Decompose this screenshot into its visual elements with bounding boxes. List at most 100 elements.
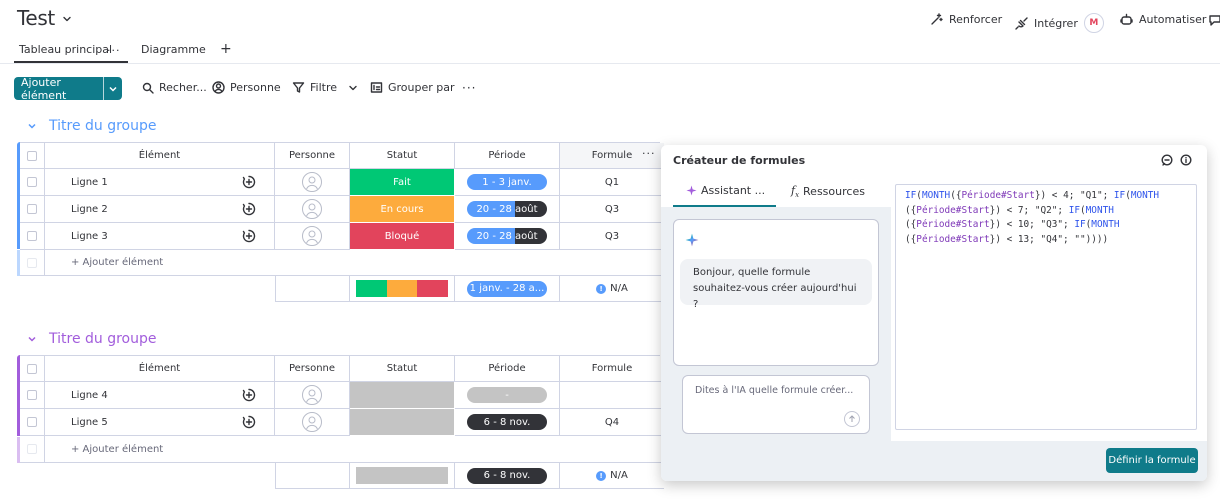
checkbox[interactable] bbox=[27, 204, 37, 214]
chevron-down-icon[interactable] bbox=[27, 334, 37, 344]
group-title[interactable]: Titre du groupe bbox=[49, 331, 157, 347]
col-header-period[interactable]: Période bbox=[455, 143, 560, 169]
search-button[interactable]: Recher... bbox=[142, 81, 207, 94]
ai-prompt-input[interactable]: Dites à l'IA quelle formule créer... bbox=[682, 375, 870, 434]
item-name[interactable]: Ligne 4 bbox=[71, 390, 108, 401]
period-cell[interactable]: 20 - 28 août bbox=[455, 196, 560, 223]
status-summary-cell[interactable] bbox=[350, 463, 455, 489]
period-pill: 6 - 8 nov. bbox=[467, 467, 547, 484]
tab-more-icon[interactable]: ··· bbox=[107, 44, 121, 57]
checkbox[interactable] bbox=[27, 390, 37, 400]
group-header-1[interactable]: Titre du groupe bbox=[27, 118, 157, 134]
table-row-item[interactable]: Ligne 2 bbox=[45, 196, 275, 223]
row-checkbox-cell[interactable] bbox=[20, 169, 45, 196]
column-menu-icon[interactable]: ··· bbox=[642, 147, 656, 160]
info-icon[interactable]: ! bbox=[596, 283, 607, 294]
person-cell[interactable] bbox=[275, 382, 350, 409]
feedback-icon[interactable] bbox=[1161, 154, 1173, 166]
formula-editor[interactable]: IF(MONTH({Période#Start}) < 4; "Q1"; IF(… bbox=[895, 184, 1197, 430]
select-all-checkbox-cell[interactable] bbox=[20, 143, 45, 169]
add-update-icon[interactable] bbox=[242, 202, 256, 216]
row-checkbox-cell[interactable] bbox=[20, 196, 45, 223]
item-name[interactable]: Ligne 5 bbox=[71, 417, 108, 428]
person-cell[interactable] bbox=[275, 409, 350, 436]
chevron-down-icon[interactable] bbox=[27, 121, 37, 131]
person-cell[interactable] bbox=[275, 196, 350, 223]
define-formula-button[interactable]: Définir la formule bbox=[1106, 448, 1198, 473]
add-item-dropdown-icon[interactable] bbox=[104, 84, 122, 94]
col-header-label: Statut bbox=[386, 150, 418, 161]
col-header-status[interactable]: Statut bbox=[350, 143, 455, 169]
item-name[interactable]: Ligne 2 bbox=[71, 204, 108, 215]
status-label: Bloqué bbox=[384, 230, 420, 242]
tab-resources[interactable]: fx Ressources bbox=[791, 184, 865, 199]
add-item-label[interactable]: + Ajouter élément bbox=[71, 444, 163, 455]
status-cell[interactable]: Fait bbox=[350, 169, 455, 196]
col-header-formula[interactable]: Formule bbox=[560, 356, 664, 382]
add-update-icon[interactable] bbox=[242, 388, 256, 402]
info-icon[interactable]: ! bbox=[596, 470, 607, 481]
period-cell[interactable]: 1 - 3 janv. bbox=[455, 169, 560, 196]
col-header-status[interactable]: Statut bbox=[350, 356, 455, 382]
status-cell[interactable]: Bloqué bbox=[350, 223, 455, 250]
checkbox[interactable] bbox=[27, 177, 37, 187]
add-update-icon[interactable] bbox=[242, 229, 256, 243]
checkbox[interactable] bbox=[27, 363, 37, 374]
table-row-item[interactable]: Ligne 5 bbox=[45, 409, 275, 436]
period-cell[interactable]: 6 - 8 nov. bbox=[455, 409, 560, 436]
add-item-row[interactable]: + Ajouter élément bbox=[45, 436, 664, 463]
tab-chart[interactable]: Diagramme bbox=[141, 43, 206, 56]
person-cell[interactable] bbox=[275, 223, 350, 250]
add-view-icon[interactable]: + bbox=[220, 41, 232, 57]
more-options-icon[interactable]: ··· bbox=[462, 81, 476, 95]
tab-ai-assistant[interactable]: Assistant ... bbox=[686, 184, 765, 197]
add-item-button[interactable]: Ajouter élément bbox=[14, 76, 122, 102]
info-icon[interactable] bbox=[1180, 154, 1192, 166]
person-filter-button[interactable]: Personne bbox=[212, 81, 281, 94]
status-summary-cell[interactable] bbox=[350, 276, 455, 302]
period-summary-cell[interactable]: 1 janv. - 28 a... bbox=[455, 276, 560, 302]
group-by-button[interactable]: Grouper par bbox=[370, 81, 455, 94]
add-item-label[interactable]: + Ajouter élément bbox=[71, 257, 163, 268]
item-name[interactable]: Ligne 3 bbox=[71, 231, 108, 242]
group-header-2[interactable]: Titre du groupe bbox=[27, 331, 157, 347]
send-arrow-icon[interactable] bbox=[844, 411, 860, 427]
col-header-person[interactable]: Personne bbox=[275, 356, 350, 382]
board-title[interactable]: Test bbox=[17, 6, 55, 30]
row-checkbox-cell[interactable] bbox=[20, 223, 45, 250]
status-cell[interactable]: En cours bbox=[350, 196, 455, 223]
col-header-period[interactable]: Période bbox=[455, 356, 560, 382]
chat-icon[interactable] bbox=[1208, 13, 1220, 27]
col-header-element[interactable]: Élément bbox=[45, 356, 275, 382]
add-update-icon[interactable] bbox=[242, 175, 256, 189]
group-title[interactable]: Titre du groupe bbox=[49, 118, 157, 134]
table-row-item[interactable]: Ligne 4 bbox=[45, 382, 275, 409]
automate-button[interactable]: Automatiser bbox=[1120, 13, 1206, 26]
status-cell[interactable] bbox=[350, 382, 455, 409]
checkbox[interactable] bbox=[27, 417, 37, 427]
table-row-item[interactable]: Ligne 3 bbox=[45, 223, 275, 250]
filter-button[interactable]: Filtre bbox=[292, 81, 358, 94]
boost-button[interactable]: Renforcer bbox=[930, 13, 1002, 26]
add-update-icon[interactable] bbox=[242, 415, 256, 429]
select-all-checkbox-cell[interactable] bbox=[20, 356, 45, 382]
period-cell[interactable]: 20 - 28 août bbox=[455, 223, 560, 250]
checkbox[interactable] bbox=[27, 231, 37, 241]
integrate-button[interactable]: Intégrer M bbox=[1015, 13, 1104, 33]
col-header-element[interactable]: Élément bbox=[45, 143, 275, 169]
chevron-down-icon[interactable] bbox=[62, 14, 72, 24]
tab-main-table[interactable]: Tableau principal bbox=[19, 43, 112, 56]
col-header-formula[interactable]: Formule ··· bbox=[560, 143, 664, 169]
item-name[interactable]: Ligne 1 bbox=[71, 177, 108, 188]
chevron-down-icon[interactable] bbox=[348, 83, 358, 93]
period-summary-cell[interactable]: 6 - 8 nov. bbox=[455, 463, 560, 489]
status-cell[interactable] bbox=[350, 409, 455, 436]
row-checkbox-cell[interactable] bbox=[20, 382, 45, 409]
person-cell[interactable] bbox=[275, 169, 350, 196]
add-item-row[interactable]: + Ajouter élément bbox=[45, 250, 664, 276]
row-checkbox-cell[interactable] bbox=[20, 409, 45, 436]
col-header-person[interactable]: Personne bbox=[275, 143, 350, 169]
period-cell[interactable]: - bbox=[455, 382, 560, 409]
checkbox[interactable] bbox=[27, 150, 37, 161]
table-row-item[interactable]: Ligne 1 bbox=[45, 169, 275, 196]
